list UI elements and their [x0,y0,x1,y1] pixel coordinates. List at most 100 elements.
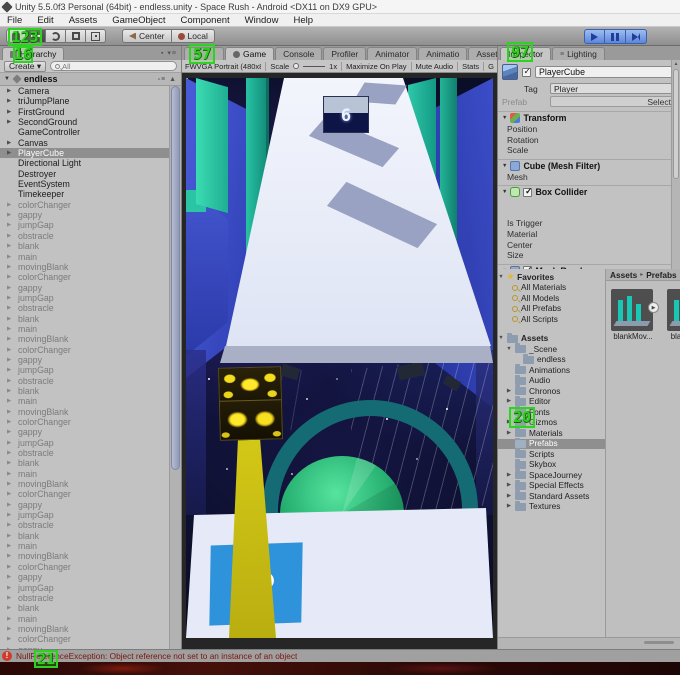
hierarchy-scrollbar-thumb[interactable] [171,86,180,470]
folder-spacejourney[interactable]: ▶ SpaceJourney [498,469,605,481]
hierarchy-item-gappy[interactable]: ▶ gappy [0,572,169,582]
hierarchy-item-jumpGap[interactable]: ▶ jumpGap [0,510,169,520]
folder-editor[interactable]: ▶ Editor [498,395,605,408]
foldout-arrow-icon[interactable]: ▶ [7,252,11,263]
mute-audio-button[interactable]: Mute Audio [416,62,454,71]
foldout-arrow-icon[interactable]: ▼ [502,163,507,169]
foldout-arrow-icon[interactable]: ▶ [7,117,11,128]
favorite-all-models[interactable]: All Models [498,293,605,304]
hierarchy-item-obstracle[interactable]: ▶ obstracle [0,593,169,603]
hierarchy-item-Destroyer[interactable]: Destroyer [0,169,169,179]
folder-skybox[interactable]: Skybox [498,458,605,471]
tab-hierarchy[interactable]: Hierarchy [2,47,65,60]
hierarchy-item-movingBlank[interactable]: ▶ movingBlank [0,624,169,634]
menu-file[interactable]: File [7,15,22,26]
foldout-arrow-icon[interactable]: ▶ [7,96,11,107]
hierarchy-item-gappy[interactable]: ▶ gappy [0,500,169,510]
tab-profiler[interactable]: Profiler [323,47,367,60]
foldout-arrow-icon[interactable]: ▶ [7,438,11,449]
game-render-surface[interactable]: 6 [186,78,493,638]
component-header-box-collider[interactable]: ▼ Box Collider [498,185,680,198]
menu-assets[interactable]: Assets [69,15,98,26]
tag-dropdown[interactable]: Player [550,83,676,94]
step-button[interactable] [626,29,647,44]
hierarchy-item-jumpGap[interactable]: ▶ jumpGap [0,220,169,230]
property-mesh[interactable]: Mesh [498,172,680,183]
scale-tool-button[interactable] [66,29,86,43]
pause-button[interactable] [605,29,626,44]
hierarchy-item-colorChanger[interactable]: ▶ colorChanger [0,562,169,572]
foldout-arrow-icon[interactable]: ▶ [7,458,11,469]
foldout-arrow-icon[interactable]: ▶ [7,241,11,252]
hierarchy-item-obstracle[interactable]: ▶ obstracle [0,520,169,530]
project-assets-header[interactable]: ▼ Assets [498,332,605,345]
inspector-scrollbar-thumb[interactable] [673,69,679,179]
hierarchy-item-movingBlank[interactable]: ▶ movingBlank [0,334,169,344]
tab-game[interactable]: Game [225,47,275,60]
scene-options-icon[interactable]: -≡ ▲ [158,76,177,83]
hierarchy-item-blank[interactable]: ▶ blank [0,314,169,324]
favorite-all-prefabs[interactable]: All Prefabs [498,303,605,315]
property-material[interactable]: Material [498,229,680,240]
hierarchy-item-obstracle[interactable]: ▶ obstracle [0,448,169,458]
foldout-arrow-icon[interactable]: ▶ [7,572,11,583]
hierarchy-item-gappy[interactable]: ▶ gappy [0,427,169,437]
hierarchy-item-triJumpPlane[interactable]: ▶ triJumpPlane [0,96,169,106]
property-center[interactable]: Center [498,240,680,251]
foldout-arrow-icon[interactable]: ▼ [502,115,507,121]
pivot-local-button[interactable]: Local [171,29,215,43]
maximize-on-play-button[interactable]: Maximize On Play [346,62,406,71]
hierarchy-item-FirstGround[interactable]: ▶ FirstGround [0,107,169,117]
foldout-arrow-icon[interactable]: ▶ [7,427,11,438]
hierarchy-item-Timekeeper[interactable]: Timekeeper [0,189,169,199]
play-button[interactable] [584,29,605,44]
favorite-all-materials[interactable]: All Materials [498,282,605,294]
foldout-arrow-icon[interactable]: ▶ [506,491,512,502]
hierarchy-item-Canvas[interactable]: ▶ Canvas [0,138,169,148]
foldout-arrow-icon[interactable]: ▶ [7,396,11,407]
component-enabled-checkbox[interactable] [523,186,533,197]
menu-component[interactable]: Component [181,15,230,26]
property-scale[interactable]: Scale [498,145,680,156]
hierarchy-item-main[interactable]: ▶ main [0,324,169,334]
folder-chronos[interactable]: ▶ Chronos [498,385,605,397]
active-checkbox[interactable] [522,66,531,77]
hierarchy-item-movingBlank[interactable]: ▶ movingBlank [0,407,169,417]
hierarchy-item-movingBlank[interactable]: ▶ movingBlank [0,551,169,561]
foldout-arrow-icon[interactable]: ▶ [506,396,512,407]
foldout-arrow-icon[interactable]: ▶ [7,86,11,97]
foldout-arrow-icon[interactable]: ▶ [7,365,11,376]
folder-special-effects[interactable]: ▶ Special Effects [498,479,605,492]
foldout-arrow-icon[interactable]: ▶ [7,376,11,387]
hierarchy-item-obstracle[interactable]: ▶ obstracle [0,231,169,241]
folder-_scene[interactable]: ▼ _Scene [498,343,605,355]
foldout-arrow-icon[interactable]: ▶ [7,148,11,159]
foldout-arrow-icon[interactable]: ▶ [7,220,11,231]
hierarchy-item-colorChanger[interactable]: ▶ colorChanger [0,417,169,427]
scale-slider-knob[interactable] [293,63,300,69]
breadcrumb-assets[interactable]: Assets [610,270,637,280]
foldout-arrow-icon[interactable]: ▶ [7,303,11,314]
pivot-center-button[interactable]: Center [122,29,172,43]
foldout-arrow-icon[interactable]: ▼ [4,76,10,82]
foldout-arrow-icon[interactable]: ▶ [7,345,11,356]
foldout-arrow-icon[interactable]: ▶ [7,520,11,531]
foldout-arrow-icon[interactable]: ▶ [7,593,11,604]
hierarchy-item-movingBlank[interactable]: ▶ movingBlank [0,479,169,489]
hierarchy-item-colorChanger[interactable]: ▶ colorChanger [0,200,169,210]
hierarchy-item-Camera[interactable]: ▶ Camera [0,86,169,96]
hierarchy-item-obstracle[interactable]: ▶ obstracle [0,376,169,386]
hierarchy-item-colorChanger[interactable]: ▶ colorChanger [0,489,169,499]
foldout-arrow-icon[interactable]: ▶ [7,634,11,645]
foldout-arrow-icon[interactable]: ▶ [7,262,11,273]
hierarchy-item-gappy[interactable]: ▶ gappy [0,210,169,220]
hierarchy-item-main[interactable]: ▶ main [0,541,169,551]
foldout-arrow-icon[interactable]: ▶ [7,603,11,614]
foldout-arrow-icon[interactable]: ▶ [7,583,11,594]
folder-standard-assets[interactable]: ▶ Standard Assets [498,490,605,502]
foldout-arrow-icon[interactable]: ▼ [498,333,504,344]
menu-gameobject[interactable]: GameObject [112,15,165,26]
foldout-arrow-icon[interactable]: ▶ [7,479,11,490]
foldout-arrow-icon[interactable]: ▶ [7,138,11,149]
tab-asset-st[interactable]: Asset St [468,47,497,60]
